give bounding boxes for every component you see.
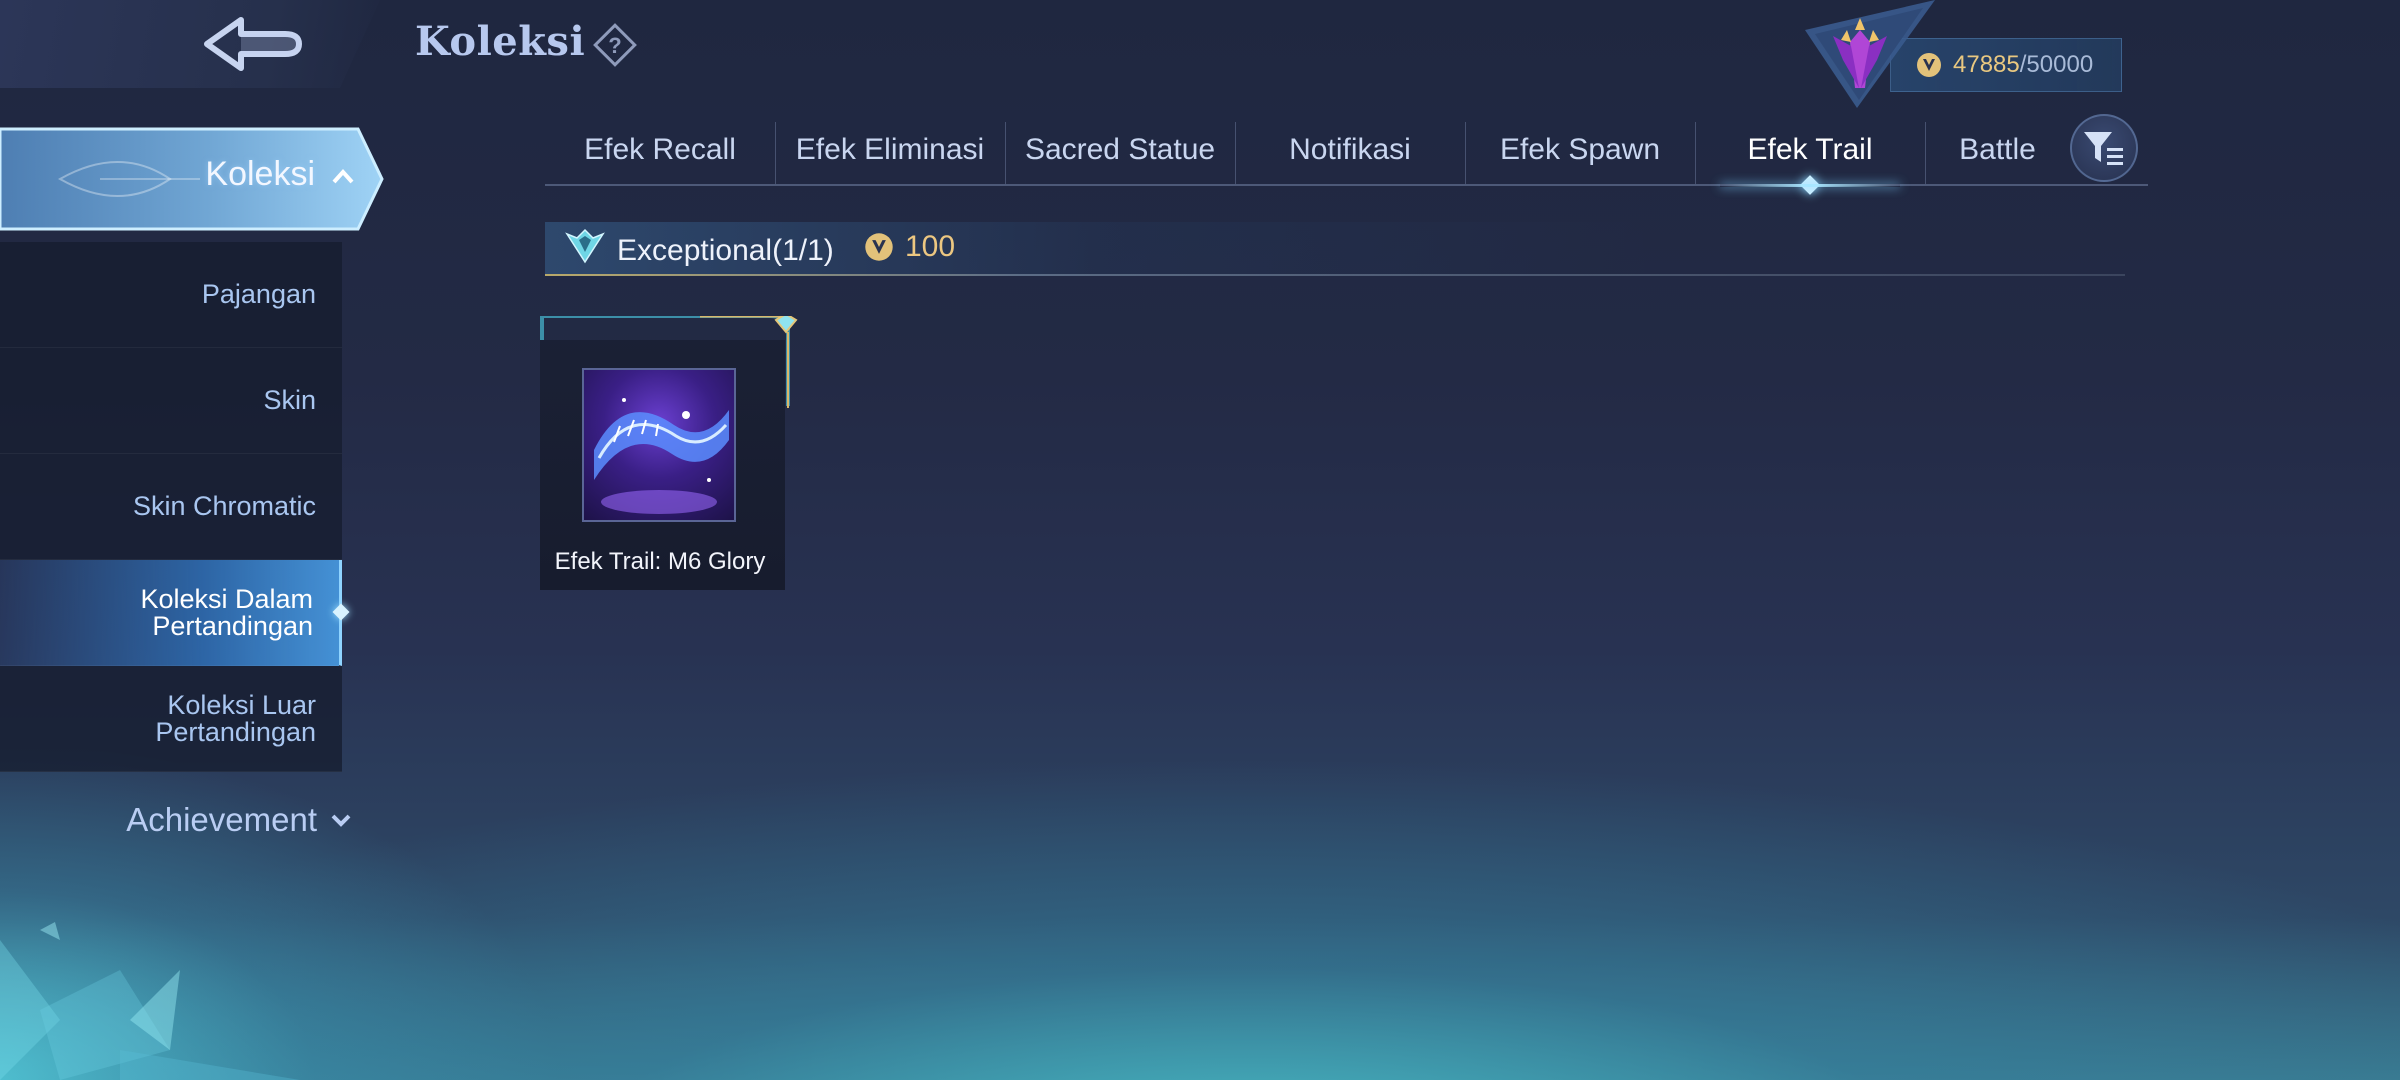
- tab-sacred-statue[interactable]: Sacred Statue: [1005, 116, 1235, 184]
- section-points: 100: [863, 230, 955, 264]
- sidebar-main-koleksi[interactable]: Koleksi: [0, 125, 385, 233]
- sidebar-item-label: Skin: [263, 385, 316, 415]
- sidebar-item-label: Skin Chromatic: [132, 491, 316, 521]
- section-title: Exceptional: [617, 234, 773, 267]
- svg-text:?: ?: [608, 33, 621, 58]
- sidebar-item-koleksi-dalam-pertandingan[interactable]: Koleksi Dalam Pertandingan: [0, 560, 350, 666]
- corner-crystal-decoration: [0, 922, 300, 1080]
- points-max: 50000: [2026, 51, 2094, 78]
- item-thumbnail: [582, 368, 736, 522]
- page-title: Koleksi: [415, 18, 586, 65]
- item-name: Efek Trail: M6 Glory: [554, 548, 766, 575]
- tab-efek-spawn[interactable]: Efek Spawn: [1465, 116, 1695, 184]
- chevron-up-icon: [332, 169, 354, 184]
- trail-effect-image: [594, 398, 729, 514]
- sidebar-item-skin[interactable]: Skin: [0, 348, 342, 454]
- tab-efek-trail[interactable]: Efek Trail: [1695, 116, 1925, 195]
- collection-point-icon: [865, 233, 893, 261]
- sidebar-item-skin-chromatic[interactable]: Skin Chromatic: [0, 454, 342, 560]
- help-icon: ?: [593, 23, 637, 67]
- filter-icon: [2084, 132, 2123, 165]
- back-arrow-icon: [204, 17, 302, 71]
- sidebar-item-achievement[interactable]: Achievement: [0, 790, 355, 850]
- exceptional-tier-icon: [565, 228, 605, 264]
- tab-active-marker: [1800, 175, 1820, 195]
- chevron-down-icon: [331, 814, 351, 827]
- back-button[interactable]: [190, 12, 320, 78]
- sidebar-achievement-label: Achievement: [126, 801, 317, 838]
- sidebar-item-koleksi-luar-pertandingan[interactable]: Koleksi Luar Pertandingan: [0, 666, 342, 772]
- tab-efek-recall[interactable]: Efek Recall: [545, 116, 775, 184]
- item-card[interactable]: Efek Trail: M6 Glory: [540, 316, 798, 590]
- sidebar-item-label: Pajangan: [201, 279, 316, 309]
- section-header-exceptional: Exceptional(1/1) 100: [545, 222, 2125, 276]
- section-points-value: 100: [905, 230, 956, 263]
- sidebar-item-label: Koleksi Luar Pertandingan: [155, 689, 316, 747]
- tab-label: Efek Trail: [1747, 133, 1873, 166]
- points-current: 47885: [1953, 51, 2020, 78]
- collector-rank-emblem-icon[interactable]: [1795, 0, 1945, 110]
- sidebar-item-pajangan[interactable]: Pajangan: [0, 242, 342, 348]
- help-button[interactable]: ?: [590, 20, 640, 70]
- filter-button[interactable]: [2070, 114, 2138, 182]
- tab-notifikasi[interactable]: Notifikasi: [1235, 116, 1465, 184]
- sidebar-list: Pajangan Skin Skin Chromatic Koleksi Dal…: [0, 242, 350, 772]
- tab-efek-eliminasi[interactable]: Efek Eliminasi: [775, 116, 1005, 184]
- sidebar-item-label: Koleksi Dalam Pertandingan: [140, 583, 313, 641]
- tab-battle[interactable]: Battle: [1925, 116, 2070, 184]
- sidebar-main-label: Koleksi: [205, 155, 315, 193]
- section-count: (1/1): [772, 234, 834, 267]
- sidebar-main-highlight: [0, 127, 384, 231]
- active-indicator: [332, 603, 350, 621]
- category-tabs: Efek Recall Efek Eliminasi Sacred Statue…: [545, 116, 2148, 195]
